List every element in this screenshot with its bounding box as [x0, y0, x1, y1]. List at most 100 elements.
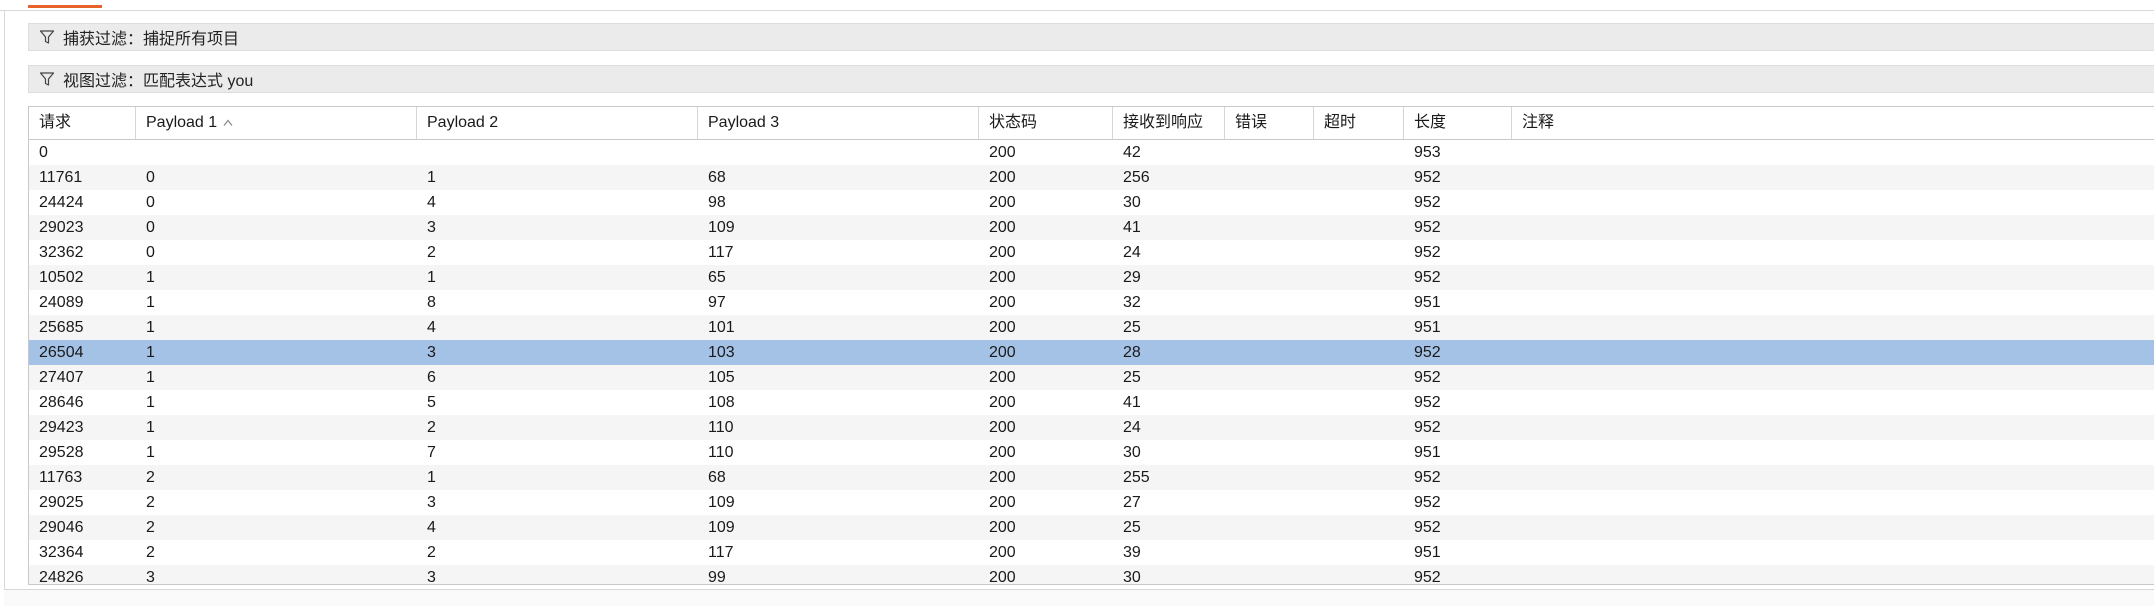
cell-status-code: 200 — [989, 219, 1016, 236]
cell-payload-2: 2 — [427, 544, 436, 561]
left-gutter — [0, 10, 5, 605]
cell-length: 952 — [1414, 469, 1441, 486]
table-row[interactable]: 27407 1 6 105 200 25 952 — [29, 365, 2154, 390]
cell-length: 952 — [1414, 519, 1441, 536]
cell-comment — [1512, 165, 2154, 190]
cell-timeout — [1314, 140, 1404, 165]
column-header-label: Payload 1 — [146, 114, 218, 132]
capture-filter-bar[interactable]: 捕获过滤： 捕捉所有项目 — [28, 23, 2154, 51]
active-tab-indicator[interactable] — [28, 5, 102, 8]
cell-payload-1: 0 — [146, 219, 155, 236]
cell-comment — [1512, 315, 2154, 340]
cell-request: 24424 — [39, 194, 84, 211]
column-header-payload-3[interactable]: Payload 3 — [698, 107, 979, 139]
cell-status-code: 200 — [989, 569, 1016, 585]
column-header-status-code[interactable]: 状态码 — [979, 107, 1113, 139]
column-header-label: 请求 — [39, 114, 72, 131]
table-row[interactable]: 0 200 42 953 — [29, 140, 2154, 165]
cell-payload-1: 2 — [146, 494, 155, 511]
cell-error — [1225, 165, 1314, 190]
cell-status-code: 200 — [989, 294, 1016, 311]
table-row[interactable]: 29025 2 3 109 200 27 952 — [29, 490, 2154, 515]
cell-status-code: 200 — [989, 544, 1016, 561]
cell-status-code: 200 — [989, 444, 1016, 461]
column-header-error[interactable]: 错误 — [1225, 107, 1314, 139]
cell-error — [1225, 565, 1314, 584]
cell-payload-2: 3 — [427, 219, 436, 236]
table-row[interactable]: 10502 1 1 65 200 29 952 — [29, 265, 2154, 290]
table-row[interactable]: 26504 1 3 103 200 28 952 — [29, 340, 2154, 365]
cell-payload-3: 109 — [708, 519, 735, 536]
table-row[interactable]: 29423 1 2 110 200 24 952 — [29, 415, 2154, 440]
cell-payload-2 — [417, 140, 698, 165]
view-filter-value: 匹配表达式 you — [143, 73, 254, 90]
bottom-scrollbar[interactable] — [4, 589, 2154, 606]
cell-error — [1225, 315, 1314, 340]
cell-request: 10502 — [39, 269, 84, 286]
column-header-request[interactable]: 请求 — [29, 107, 136, 139]
cell-error — [1225, 415, 1314, 440]
cell-length: 952 — [1414, 494, 1441, 511]
cell-response-received: 29 — [1123, 269, 1141, 286]
table-row[interactable]: 11761 0 1 68 200 256 952 — [29, 165, 2154, 190]
cell-error — [1225, 340, 1314, 365]
table-row[interactable]: 29528 1 7 110 200 30 951 — [29, 440, 2154, 465]
cell-error — [1225, 390, 1314, 415]
cell-length: 953 — [1414, 144, 1441, 161]
cell-payload-1: 1 — [146, 319, 155, 336]
cell-response-received: 255 — [1123, 469, 1150, 486]
column-header-comment[interactable]: 注释 — [1512, 107, 2154, 139]
table-row[interactable]: 25685 1 4 101 200 25 951 — [29, 315, 2154, 340]
table-row[interactable]: 24826 3 3 99 200 30 952 — [29, 565, 2154, 585]
cell-timeout — [1314, 265, 1404, 290]
cell-payload-2: 1 — [427, 169, 436, 186]
view-filter-bar[interactable]: 视图过滤： 匹配表达式 you — [28, 65, 2154, 93]
table-row[interactable]: 29046 2 4 109 200 25 952 — [29, 515, 2154, 540]
cell-timeout — [1314, 365, 1404, 390]
cell-length: 952 — [1414, 394, 1441, 411]
capture-filter-label: 捕获过滤： — [63, 31, 144, 48]
cell-payload-2: 1 — [427, 269, 436, 286]
cell-comment — [1512, 490, 2154, 515]
cell-response-received: 32 — [1123, 294, 1141, 311]
cell-payload-3: 109 — [708, 219, 735, 236]
cell-response-received: 30 — [1123, 569, 1141, 585]
cell-timeout — [1314, 490, 1404, 515]
cell-status-code: 200 — [989, 344, 1016, 361]
cell-timeout — [1314, 415, 1404, 440]
table-row[interactable]: 32362 0 2 117 200 24 952 — [29, 240, 2154, 265]
cell-error — [1225, 515, 1314, 540]
cell-error — [1225, 465, 1314, 490]
cell-payload-3: 105 — [708, 369, 735, 386]
cell-length: 952 — [1414, 169, 1441, 186]
column-header-label: 状态码 — [989, 114, 1038, 131]
column-header-payload-2[interactable]: Payload 2 — [417, 107, 698, 139]
cell-comment — [1512, 265, 2154, 290]
table-row[interactable]: 11763 2 1 68 200 255 952 — [29, 465, 2154, 490]
cell-comment — [1512, 465, 2154, 490]
cell-payload-1: 1 — [146, 294, 155, 311]
table-row[interactable]: 29023 0 3 109 200 41 952 — [29, 215, 2154, 240]
cell-payload-1: 1 — [146, 344, 155, 361]
cell-payload-1: 0 — [146, 244, 155, 261]
cell-response-received: 30 — [1123, 194, 1141, 211]
table-row[interactable]: 24089 1 8 97 200 32 951 — [29, 290, 2154, 315]
column-header-payload-1[interactable]: Payload 1 — [136, 107, 417, 139]
cell-comment — [1512, 365, 2154, 390]
column-header-response-received[interactable]: 接收到响应 — [1113, 107, 1225, 139]
cell-payload-1: 2 — [146, 544, 155, 561]
table-row[interactable]: 28646 1 5 108 200 41 952 — [29, 390, 2154, 415]
cell-length: 951 — [1414, 544, 1441, 561]
cell-length: 952 — [1414, 344, 1441, 361]
cell-timeout — [1314, 565, 1404, 584]
column-header-timeout[interactable]: 超时 — [1314, 107, 1404, 139]
cell-timeout — [1314, 240, 1404, 265]
cell-response-received: 30 — [1123, 444, 1141, 461]
cell-status-code: 200 — [989, 519, 1016, 536]
table-row[interactable]: 24424 0 4 98 200 30 952 — [29, 190, 2154, 215]
cell-payload-2: 2 — [427, 419, 436, 436]
cell-timeout — [1314, 340, 1404, 365]
table-row[interactable]: 32364 2 2 117 200 39 951 — [29, 540, 2154, 565]
column-header-length[interactable]: 长度 — [1404, 107, 1512, 139]
cell-response-received: 25 — [1123, 369, 1141, 386]
